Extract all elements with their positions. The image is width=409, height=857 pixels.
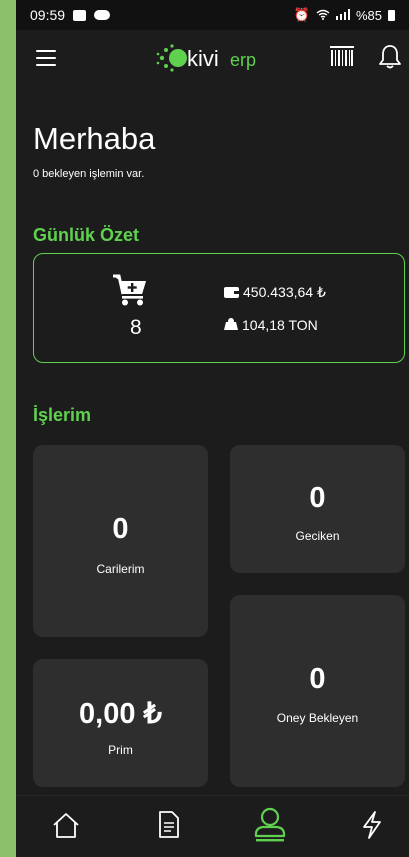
cart-plus-icon xyxy=(112,274,148,311)
battery-icon xyxy=(388,9,395,21)
daily-summary-title: Günlük Özet xyxy=(33,225,140,245)
wifi-icon xyxy=(316,8,330,23)
app-notification-icon xyxy=(94,10,111,20)
card-carilerim[interactable]: 0 Carilerim xyxy=(33,445,208,637)
card-value: 0 xyxy=(309,482,326,514)
card-prim[interactable]: 0,00 ₺ Prim xyxy=(33,659,208,787)
card-label: Prim xyxy=(108,743,133,757)
bell-icon[interactable] xyxy=(378,44,402,75)
home-icon[interactable] xyxy=(51,810,81,845)
card-label: Oney Bekleyen xyxy=(276,711,359,725)
weight-icon xyxy=(224,317,238,333)
battery-percent: %85 xyxy=(355,7,382,23)
alarm-icon: ⏰ xyxy=(293,7,310,22)
signal-icon xyxy=(335,8,350,23)
card-value: 0 xyxy=(112,513,129,545)
card-label: Carilerim xyxy=(96,562,145,576)
greeting-title: Merhaba xyxy=(33,121,156,156)
wallet-icon xyxy=(224,285,239,301)
daily-weight: 104,18 TON xyxy=(242,317,318,333)
barcode-icon[interactable] xyxy=(330,46,354,73)
status-bar: 09:59 ⏰ %85 xyxy=(16,0,409,30)
weight-row: 104,18 TON xyxy=(224,317,318,333)
logo-text-erp: erp xyxy=(230,50,256,70)
document-icon[interactable] xyxy=(156,810,182,845)
phone-screen: 09:59 ⏰ %85 kivi erp Merhaba 0 bekleyen … xyxy=(16,0,409,857)
app-header: kivi erp xyxy=(16,34,409,82)
card-value: 0 xyxy=(309,663,326,695)
daily-amount: 450.433,64 ₺ xyxy=(243,284,326,300)
lightning-icon[interactable] xyxy=(360,810,384,845)
bottom-navigation xyxy=(16,795,409,857)
amount-row: 450.433,64 ₺ xyxy=(224,284,326,301)
cart-count: 8 xyxy=(130,316,142,339)
logo-text-kivi: kivi xyxy=(187,46,219,71)
gallery-notification-icon xyxy=(73,9,87,21)
status-time: 09:59 xyxy=(30,7,66,23)
card-value: 0,00 ₺ xyxy=(79,698,162,730)
kivierp-logo: kivi erp xyxy=(156,38,266,78)
card-oney-bekleyen[interactable]: 0 Oney Bekleyen xyxy=(230,595,405,787)
user-icon[interactable] xyxy=(253,806,287,847)
operations-title: İşlerim xyxy=(33,405,92,425)
hamburger-icon[interactable] xyxy=(36,50,56,66)
card-geciken[interactable]: 0 Geciken xyxy=(230,445,405,573)
pending-tasks-text: 0 bekleyen işlemin var. xyxy=(33,168,145,180)
card-label: Geciken xyxy=(295,529,340,543)
daily-summary-card[interactable]: 8 450.433,64 ₺ 104,18 TON xyxy=(33,253,405,363)
